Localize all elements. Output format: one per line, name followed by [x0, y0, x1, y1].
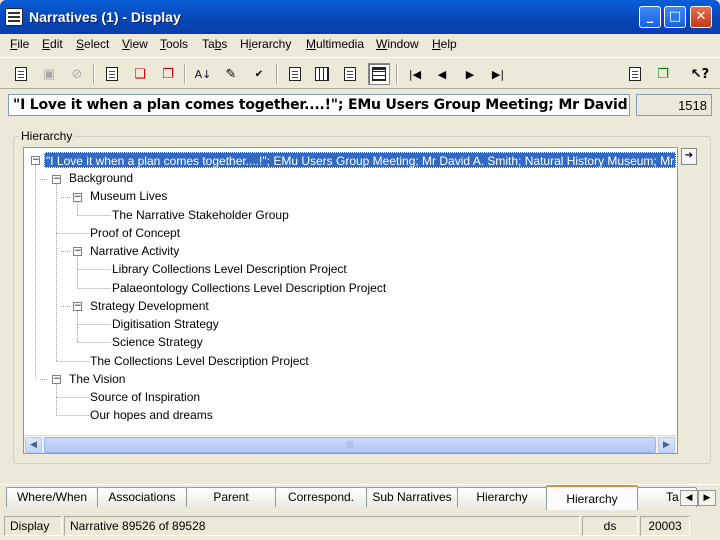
tab-hierarchy-group[interactable]: Hierarchy	[457, 487, 547, 507]
whats-this-help-icon[interactable]: ↖?	[689, 63, 711, 85]
tab-scroll-right-icon[interactable]: ▶	[698, 490, 716, 506]
search-icon[interactable]	[101, 63, 123, 85]
collapse-museum-lives-toggle[interactable]: −	[73, 193, 82, 202]
close-button[interactable]: ✕	[690, 6, 712, 28]
collapse-root-toggle[interactable]: −	[31, 156, 40, 165]
copy-record-icon[interactable]	[624, 63, 646, 85]
tree-node-museum-lives[interactable]: Museum Lives	[89, 188, 168, 204]
tab-where-when[interactable]: Where/When	[6, 487, 98, 507]
list-view-icon[interactable]	[311, 63, 333, 85]
page-view-icon[interactable]	[284, 63, 306, 85]
tree-node-library-project[interactable]: Library Collections Level Description Pr…	[111, 261, 348, 277]
search-options-icon[interactable]: ❏	[129, 63, 151, 85]
tree-node-the-vision[interactable]: The Vision	[68, 371, 126, 387]
tree-node-digitisation-strategy[interactable]: Digitisation Strategy	[111, 316, 220, 332]
tab-hierarchy[interactable]: Hierarchy	[546, 485, 638, 510]
tab-scroll-controls: ◀ ▶	[680, 490, 718, 506]
collapse-narrative-activity-toggle[interactable]: −	[73, 247, 82, 256]
toolbar: ▣ ⊘ ❏ ❐ A↓ ✎ ✔ |◀ ◀ ▶ ▶| ❐ ↖?	[0, 57, 720, 89]
tab-associations[interactable]: Associations	[97, 487, 187, 507]
tree-node-proof-of-concept[interactable]: Proof of Concept	[89, 225, 181, 241]
tree-node-strategy-development[interactable]: Strategy Development	[89, 298, 210, 314]
tab-sub-narratives[interactable]: Sub Narratives	[366, 487, 458, 507]
menu-help[interactable]: Help	[432, 37, 457, 51]
next-record-icon[interactable]: ▶	[459, 63, 481, 85]
hierarchy-view-icon[interactable]	[368, 63, 390, 85]
tree-node-palaeontology-project[interactable]: Palaeontology Collections Level Descript…	[111, 280, 387, 296]
new-record-icon[interactable]	[10, 63, 32, 85]
menu-bar: File Edit Select View Tools Tabs Hierarchy Mult…	[0, 34, 720, 55]
title-bar[interactable]: Narratives (1) - Display _ □ ✕	[0, 0, 720, 34]
status-user: ds	[582, 516, 638, 536]
tree-node-root[interactable]: "I Love it when a plan comes together...…	[44, 152, 677, 168]
tab-parent[interactable]: Parent	[186, 487, 276, 507]
tab-scroll-left-icon[interactable]: ◀	[680, 490, 698, 506]
tab-correspond[interactable]: Correspond.	[275, 487, 367, 507]
scroll-right-icon[interactable]: ▶	[658, 437, 675, 453]
horizontal-scrollbar[interactable]: ◀ ||| ▶	[24, 435, 677, 453]
last-record-icon[interactable]: ▶|	[487, 63, 509, 85]
open-record-icon[interactable]: ➔	[681, 148, 697, 165]
menu-view[interactable]: View	[122, 37, 148, 51]
status-bar: Display Narrative 89526 of 89528 ds 2000…	[0, 514, 720, 540]
record-number-field[interactable]: 1518	[636, 94, 712, 116]
tree-node-background[interactable]: Background	[68, 170, 134, 186]
record-summary-field[interactable]: "I Love it when a plan comes together...…	[8, 94, 630, 116]
first-record-icon[interactable]: |◀	[404, 63, 426, 85]
menu-edit[interactable]: Edit	[42, 37, 63, 51]
app-icon[interactable]	[5, 8, 23, 26]
hierarchy-group-label: Hierarchy	[19, 129, 75, 143]
tree-node-source-of-inspiration[interactable]: Source of Inspiration	[89, 389, 201, 405]
menu-file[interactable]: File	[10, 37, 29, 51]
maximize-button[interactable]: □	[664, 6, 686, 28]
tab-bar: Where/When Associations Parent Correspon…	[0, 484, 720, 511]
menu-tools[interactable]: Tools	[160, 37, 188, 51]
status-mode: Display	[4, 516, 62, 536]
menu-select[interactable]: Select	[76, 37, 109, 51]
spell-check-icon[interactable]: ✔	[248, 63, 270, 85]
minimize-button[interactable]: _	[639, 6, 661, 28]
menu-hierarchy[interactable]: Hierarchy	[240, 37, 291, 51]
hierarchy-tree[interactable]: − "I Love it when a plan comes together.…	[23, 147, 678, 454]
tree-node-hopes-and-dreams[interactable]: Our hopes and dreams	[89, 407, 214, 423]
collapse-background-toggle[interactable]: −	[52, 175, 61, 184]
scroll-left-icon[interactable]: ◀	[25, 437, 42, 453]
window-title: Narratives (1) - Display	[29, 9, 181, 25]
tree-node-clds-project[interactable]: The Collections Level Description Projec…	[89, 353, 310, 369]
tree-node-science-strategy[interactable]: Science Strategy	[111, 334, 204, 350]
duplicate-record-icon[interactable]: ❐	[652, 63, 674, 85]
collapse-vision-toggle[interactable]: −	[52, 375, 61, 384]
menu-window[interactable]: Window	[376, 37, 419, 51]
tree-node-stakeholder-group[interactable]: The Narrative Stakeholder Group	[111, 207, 290, 223]
previous-record-icon[interactable]: ◀	[431, 63, 453, 85]
save-icon[interactable]: ▣	[38, 63, 60, 85]
status-year: 20003	[640, 516, 690, 536]
detail-view-icon[interactable]	[339, 63, 361, 85]
collapse-strategy-toggle[interactable]: −	[73, 302, 82, 311]
menu-tabs[interactable]: Tabs	[202, 37, 227, 51]
edit-icon[interactable]: ✎	[220, 63, 242, 85]
sort-icon[interactable]: A↓	[192, 63, 214, 85]
status-record-info: Narrative 89526 of 89528	[64, 516, 580, 536]
scrollbar-thumb[interactable]: |||	[44, 437, 656, 453]
clear-icon[interactable]: ❐	[157, 63, 179, 85]
menu-multimedia[interactable]: Multimedia	[306, 37, 364, 51]
cancel-icon[interactable]: ⊘	[66, 63, 88, 85]
tree-node-narrative-activity[interactable]: Narrative Activity	[89, 243, 180, 259]
